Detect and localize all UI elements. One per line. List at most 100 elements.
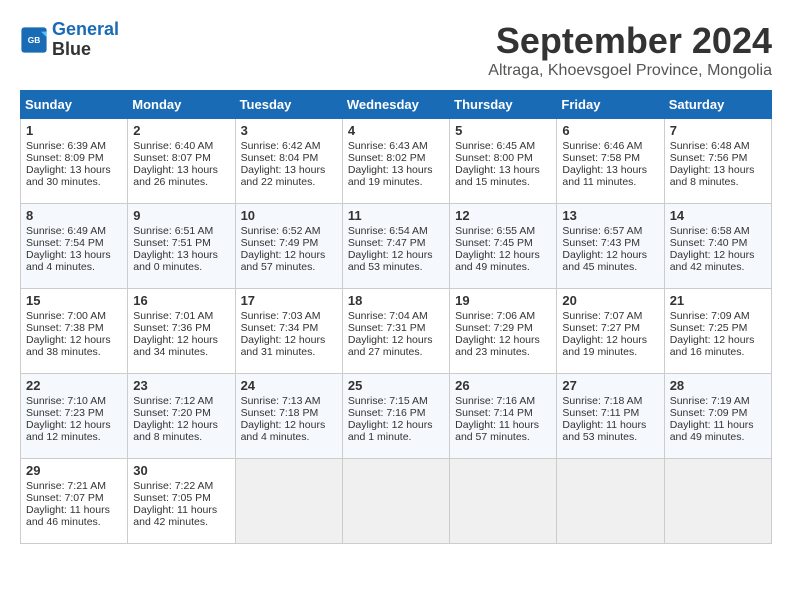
sunrise-label: Sunrise: 6:54 AM bbox=[348, 225, 428, 237]
daylight-label: Daylight: 12 hours and 27 minutes. bbox=[348, 334, 433, 358]
calendar-cell: 22 Sunrise: 7:10 AM Sunset: 7:23 PM Dayl… bbox=[21, 374, 128, 459]
sunrise-label: Sunrise: 7:16 AM bbox=[455, 395, 535, 407]
month-title: September 2024 bbox=[488, 20, 772, 62]
day-number: 20 bbox=[562, 293, 658, 308]
calendar-cell: 11 Sunrise: 6:54 AM Sunset: 7:47 PM Dayl… bbox=[342, 204, 449, 289]
header-friday: Friday bbox=[557, 91, 664, 119]
week-row-4: 22 Sunrise: 7:10 AM Sunset: 7:23 PM Dayl… bbox=[21, 374, 772, 459]
daylight-label: Daylight: 12 hours and 49 minutes. bbox=[455, 249, 540, 273]
sunset-label: Sunset: 7:34 PM bbox=[241, 322, 319, 334]
daylight-label: Daylight: 12 hours and 16 minutes. bbox=[670, 334, 755, 358]
sunset-label: Sunset: 7:29 PM bbox=[455, 322, 533, 334]
sunset-label: Sunset: 7:38 PM bbox=[26, 322, 104, 334]
day-number: 6 bbox=[562, 123, 658, 138]
calendar-cell: 24 Sunrise: 7:13 AM Sunset: 7:18 PM Dayl… bbox=[235, 374, 342, 459]
daylight-label: Daylight: 12 hours and 53 minutes. bbox=[348, 249, 433, 273]
sunset-label: Sunset: 7:54 PM bbox=[26, 237, 104, 249]
sunset-label: Sunset: 7:40 PM bbox=[670, 237, 748, 249]
calendar-cell: 28 Sunrise: 7:19 AM Sunset: 7:09 PM Dayl… bbox=[664, 374, 771, 459]
daylight-label: Daylight: 13 hours and 8 minutes. bbox=[670, 164, 755, 188]
calendar-cell: 5 Sunrise: 6:45 AM Sunset: 8:00 PM Dayli… bbox=[450, 119, 557, 204]
page-header: GB GeneralBlue September 2024 Altraga, K… bbox=[20, 20, 772, 80]
daylight-label: Daylight: 12 hours and 57 minutes. bbox=[241, 249, 326, 273]
day-number: 18 bbox=[348, 293, 444, 308]
sunrise-label: Sunrise: 7:22 AM bbox=[133, 480, 213, 492]
day-number: 4 bbox=[348, 123, 444, 138]
day-number: 1 bbox=[26, 123, 122, 138]
daylight-label: Daylight: 12 hours and 23 minutes. bbox=[455, 334, 540, 358]
calendar-cell: 8 Sunrise: 6:49 AM Sunset: 7:54 PM Dayli… bbox=[21, 204, 128, 289]
daylight-label: Daylight: 13 hours and 22 minutes. bbox=[241, 164, 326, 188]
day-number: 10 bbox=[241, 208, 337, 223]
sunset-label: Sunset: 7:31 PM bbox=[348, 322, 426, 334]
sunset-label: Sunset: 7:43 PM bbox=[562, 237, 640, 249]
day-number: 23 bbox=[133, 378, 229, 393]
day-number: 24 bbox=[241, 378, 337, 393]
daylight-label: Daylight: 13 hours and 30 minutes. bbox=[26, 164, 111, 188]
header-saturday: Saturday bbox=[664, 91, 771, 119]
calendar-cell: 18 Sunrise: 7:04 AM Sunset: 7:31 PM Dayl… bbox=[342, 289, 449, 374]
sunrise-label: Sunrise: 6:51 AM bbox=[133, 225, 213, 237]
sunrise-label: Sunrise: 7:04 AM bbox=[348, 310, 428, 322]
day-number: 28 bbox=[670, 378, 766, 393]
sunset-label: Sunset: 7:20 PM bbox=[133, 407, 211, 419]
day-number: 12 bbox=[455, 208, 551, 223]
sunset-label: Sunset: 7:45 PM bbox=[455, 237, 533, 249]
sunrise-label: Sunrise: 6:40 AM bbox=[133, 140, 213, 152]
calendar-cell: 16 Sunrise: 7:01 AM Sunset: 7:36 PM Dayl… bbox=[128, 289, 235, 374]
day-number: 15 bbox=[26, 293, 122, 308]
sunset-label: Sunset: 7:58 PM bbox=[562, 152, 640, 164]
sunrise-label: Sunrise: 6:57 AM bbox=[562, 225, 642, 237]
calendar-cell: 1 Sunrise: 6:39 AM Sunset: 8:09 PM Dayli… bbox=[21, 119, 128, 204]
sunset-label: Sunset: 7:18 PM bbox=[241, 407, 319, 419]
daylight-label: Daylight: 12 hours and 4 minutes. bbox=[241, 419, 326, 443]
sunrise-label: Sunrise: 7:21 AM bbox=[26, 480, 106, 492]
sunrise-label: Sunrise: 7:06 AM bbox=[455, 310, 535, 322]
day-number: 29 bbox=[26, 463, 122, 478]
sunrise-label: Sunrise: 6:49 AM bbox=[26, 225, 106, 237]
day-number: 22 bbox=[26, 378, 122, 393]
calendar-cell: 17 Sunrise: 7:03 AM Sunset: 7:34 PM Dayl… bbox=[235, 289, 342, 374]
day-number: 19 bbox=[455, 293, 551, 308]
daylight-label: Daylight: 13 hours and 4 minutes. bbox=[26, 249, 111, 273]
calendar-cell: 25 Sunrise: 7:15 AM Sunset: 7:16 PM Dayl… bbox=[342, 374, 449, 459]
sunset-label: Sunset: 7:16 PM bbox=[348, 407, 426, 419]
day-number: 11 bbox=[348, 208, 444, 223]
day-number: 17 bbox=[241, 293, 337, 308]
calendar-cell: 13 Sunrise: 6:57 AM Sunset: 7:43 PM Dayl… bbox=[557, 204, 664, 289]
sunrise-label: Sunrise: 6:45 AM bbox=[455, 140, 535, 152]
sunset-label: Sunset: 8:02 PM bbox=[348, 152, 426, 164]
sunrise-label: Sunrise: 7:00 AM bbox=[26, 310, 106, 322]
calendar-cell: 10 Sunrise: 6:52 AM Sunset: 7:49 PM Dayl… bbox=[235, 204, 342, 289]
day-number: 8 bbox=[26, 208, 122, 223]
calendar-cell: 23 Sunrise: 7:12 AM Sunset: 7:20 PM Dayl… bbox=[128, 374, 235, 459]
sunrise-label: Sunrise: 7:01 AM bbox=[133, 310, 213, 322]
sunrise-label: Sunrise: 6:58 AM bbox=[670, 225, 750, 237]
calendar-cell: 14 Sunrise: 6:58 AM Sunset: 7:40 PM Dayl… bbox=[664, 204, 771, 289]
sunrise-label: Sunrise: 7:07 AM bbox=[562, 310, 642, 322]
week-row-2: 8 Sunrise: 6:49 AM Sunset: 7:54 PM Dayli… bbox=[21, 204, 772, 289]
sunset-label: Sunset: 7:11 PM bbox=[562, 407, 639, 419]
sunset-label: Sunset: 8:09 PM bbox=[26, 152, 104, 164]
daylight-label: Daylight: 12 hours and 1 minute. bbox=[348, 419, 433, 443]
calendar-cell: 12 Sunrise: 6:55 AM Sunset: 7:45 PM Dayl… bbox=[450, 204, 557, 289]
day-number: 30 bbox=[133, 463, 229, 478]
day-number: 25 bbox=[348, 378, 444, 393]
sunset-label: Sunset: 7:25 PM bbox=[670, 322, 748, 334]
sunrise-label: Sunrise: 7:03 AM bbox=[241, 310, 321, 322]
sunrise-label: Sunrise: 7:15 AM bbox=[348, 395, 428, 407]
sunset-label: Sunset: 7:27 PM bbox=[562, 322, 640, 334]
header-tuesday: Tuesday bbox=[235, 91, 342, 119]
calendar-cell: 15 Sunrise: 7:00 AM Sunset: 7:38 PM Dayl… bbox=[21, 289, 128, 374]
sunrise-label: Sunrise: 7:10 AM bbox=[26, 395, 106, 407]
day-number: 14 bbox=[670, 208, 766, 223]
daylight-label: Daylight: 12 hours and 42 minutes. bbox=[670, 249, 755, 273]
daylight-label: Daylight: 12 hours and 8 minutes. bbox=[133, 419, 218, 443]
header-thursday: Thursday bbox=[450, 91, 557, 119]
sunrise-label: Sunrise: 6:42 AM bbox=[241, 140, 321, 152]
day-number: 7 bbox=[670, 123, 766, 138]
sunset-label: Sunset: 7:05 PM bbox=[133, 492, 211, 504]
sunset-label: Sunset: 7:14 PM bbox=[455, 407, 533, 419]
sunset-label: Sunset: 8:00 PM bbox=[455, 152, 533, 164]
sunset-label: Sunset: 7:49 PM bbox=[241, 237, 319, 249]
